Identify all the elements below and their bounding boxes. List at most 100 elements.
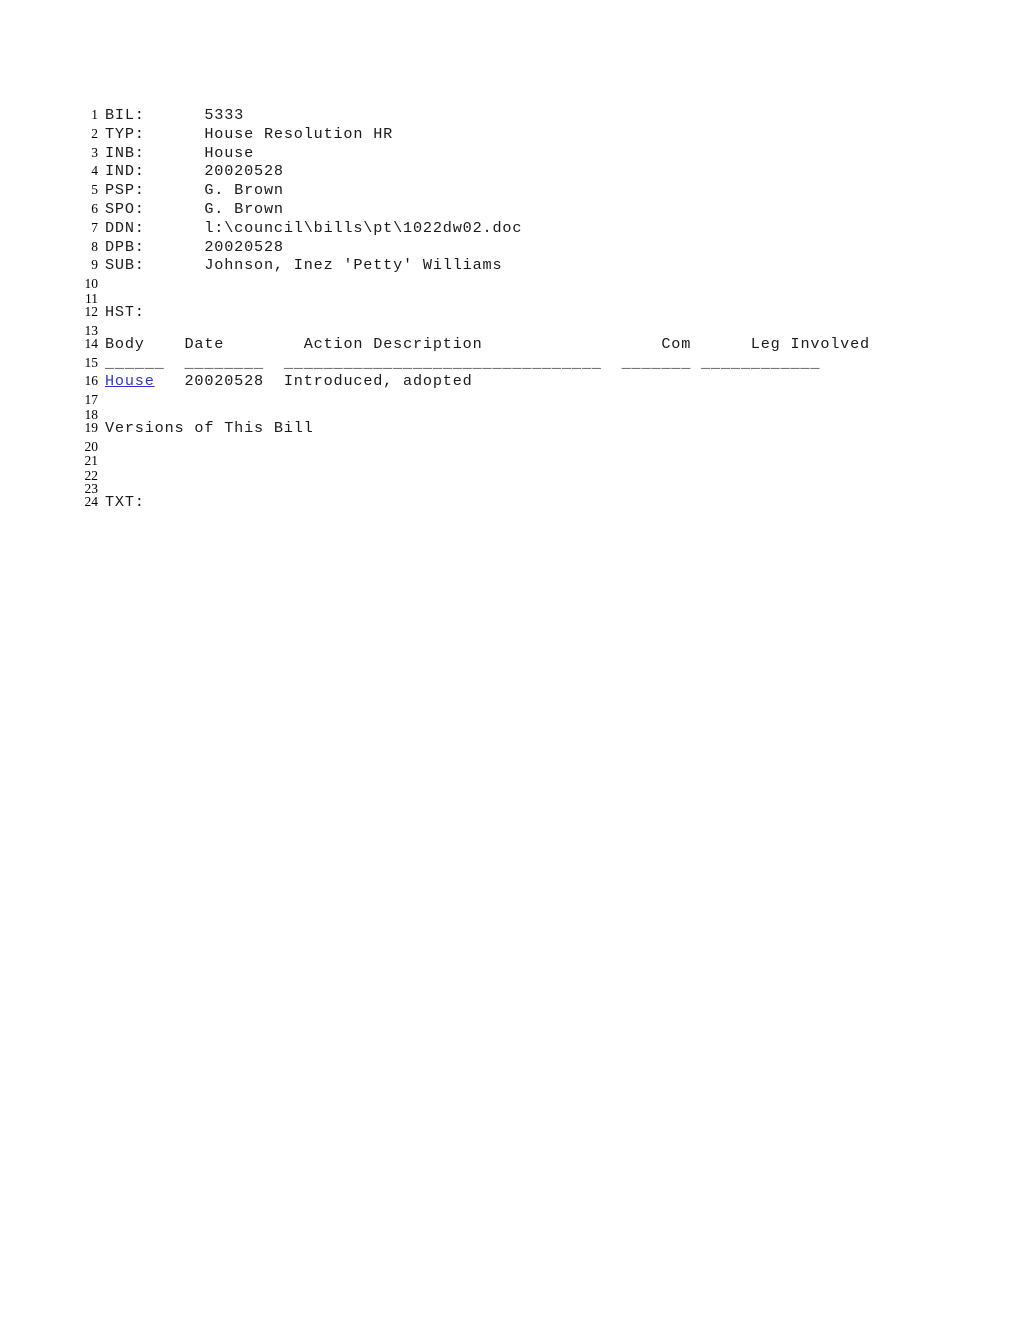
history-table-row: 16 House 20020528 Introduced, adopted <box>76 372 956 391</box>
column-gap <box>691 354 701 372</box>
field-value: House <box>204 143 255 162</box>
field-ind: IND: 20020528 <box>105 162 284 181</box>
record-line-blank: 22 <box>76 467 956 483</box>
line-number: 15 <box>84 354 99 370</box>
field-label: SPO: <box>105 199 145 218</box>
field-value: G. Brown <box>204 181 284 200</box>
record-line: 2 TYP: House Resolution HR <box>76 125 956 144</box>
line-number: 19 <box>84 419 99 435</box>
field-gap <box>145 238 205 256</box>
line-number: 5 <box>91 182 98 198</box>
field-label: SUB: <box>105 256 145 275</box>
field-label: BIL: <box>105 106 145 124</box>
field-inb: INB: House <box>105 144 254 163</box>
record-line-blank: 10 <box>76 275 956 291</box>
field-gap <box>145 219 205 237</box>
record-line-blank: 13 <box>76 322 956 338</box>
history-table-rule: 15 ______ ________ _____________________… <box>76 354 956 373</box>
line-number: 9 <box>91 257 98 273</box>
column-gap <box>155 372 185 390</box>
field-gap <box>145 144 205 162</box>
record-line: 7 DDN: l:\council\bills\pt\1022dw02.doc <box>76 219 956 238</box>
bill-record-listing: 1 BIL: 5333 2 TYP: House Resolution HR 3… <box>76 106 956 512</box>
record-line-blank: 20 <box>76 438 956 454</box>
versions-heading: Versions of This Bill <box>105 418 314 437</box>
record-line: 9 SUB: Johnson, Inez 'Petty' Williams <box>76 256 956 275</box>
line-number: 16 <box>84 373 99 389</box>
history-cell-action: Introduced, adopted <box>283 372 473 391</box>
field-psp: PSP: G. Brown <box>105 181 284 200</box>
field-label: DPB: <box>105 237 145 256</box>
column-gap <box>483 335 662 353</box>
history-body-link[interactable]: House <box>105 372 155 390</box>
field-value: House Resolution HR <box>204 124 394 143</box>
column-gap <box>602 354 622 372</box>
record-line: 1 BIL: 5333 <box>76 106 956 125</box>
line-number: 6 <box>91 200 98 216</box>
history-table-header: 14 Body Date Action Description Com Leg … <box>76 335 956 354</box>
field-bil: BIL: 5333 <box>105 106 244 125</box>
record-line: 12 HST: <box>76 303 956 322</box>
column-gap <box>264 354 284 372</box>
field-spo: SPO: G. Brown <box>105 200 284 219</box>
field-gap <box>145 181 205 199</box>
rule-body: ______ <box>105 353 165 372</box>
line-number: 14 <box>84 335 99 351</box>
record-line: 24 TXT: <box>76 493 956 512</box>
record-line-blank: 23 <box>76 480 956 496</box>
field-gap <box>145 200 205 218</box>
record-line: 8 DPB: 20020528 <box>76 238 956 257</box>
line-number: 7 <box>91 219 98 235</box>
history-rule-cells: ______ ________ ________________________… <box>105 354 820 373</box>
field-label: DDN: <box>105 218 145 237</box>
field-gap <box>145 256 205 274</box>
record-line: 19 Versions of This Bill <box>76 419 956 438</box>
field-value: 20020528 <box>204 162 284 181</box>
line-number: 1 <box>91 107 98 122</box>
column-gap <box>264 372 284 390</box>
column-header-com: Com <box>661 334 692 353</box>
field-label: INB: <box>105 143 145 162</box>
record-line: 3 INB: House <box>76 144 956 163</box>
column-gap <box>145 335 185 353</box>
rule-com: _______ <box>621 353 692 372</box>
record-line-blank: 11 <box>76 290 956 306</box>
column-gap <box>224 335 303 353</box>
field-sub: SUB: Johnson, Inez 'Petty' Williams <box>105 256 502 275</box>
field-label: TYP: <box>105 124 145 143</box>
field-value: 5333 <box>204 106 245 124</box>
history-cell-date: 20020528 <box>184 372 264 391</box>
line-number: 2 <box>91 125 98 141</box>
line-number: 24 <box>84 494 99 510</box>
field-gap <box>145 162 205 180</box>
field-gap <box>145 106 205 124</box>
text-section-label: TXT: <box>105 493 145 512</box>
column-gap <box>165 354 185 372</box>
record-line-blank: 17 <box>76 391 956 407</box>
record-line: 5 PSP: G. Brown <box>76 181 956 200</box>
field-label: IND: <box>105 162 145 181</box>
field-typ: TYP: House Resolution HR <box>105 125 393 144</box>
history-row-cells: House 20020528 Introduced, adopted <box>105 372 473 391</box>
record-line-blank: 18 <box>76 406 956 422</box>
column-header-action: Action Description <box>303 334 483 353</box>
history-section-label: HST: <box>105 302 145 321</box>
record-line: 6 SPO: G. Brown <box>76 200 956 219</box>
column-header-leg: Leg Involved <box>750 334 870 353</box>
line-number: 4 <box>91 163 98 179</box>
field-value: G. Brown <box>204 199 284 218</box>
line-number: 12 <box>84 303 99 319</box>
record-line: 4 IND: 20020528 <box>76 162 956 181</box>
field-value: 20020528 <box>204 237 284 256</box>
record-line-blank: 21 <box>76 452 956 468</box>
field-value: l:\council\bills\pt\1022dw02.doc <box>204 218 523 237</box>
rule-date: ________ <box>184 353 264 372</box>
field-value: Johnson, Inez 'Petty' Williams <box>204 256 503 275</box>
history-header-cells: Body Date Action Description Com Leg Inv… <box>105 335 870 354</box>
line-number: 8 <box>91 238 98 254</box>
rule-leg: ____________ <box>701 353 821 372</box>
field-gap <box>145 125 205 143</box>
column-header-body: Body <box>105 334 145 353</box>
rule-action: ________________________________ <box>283 353 602 372</box>
field-label: PSP: <box>105 181 145 200</box>
